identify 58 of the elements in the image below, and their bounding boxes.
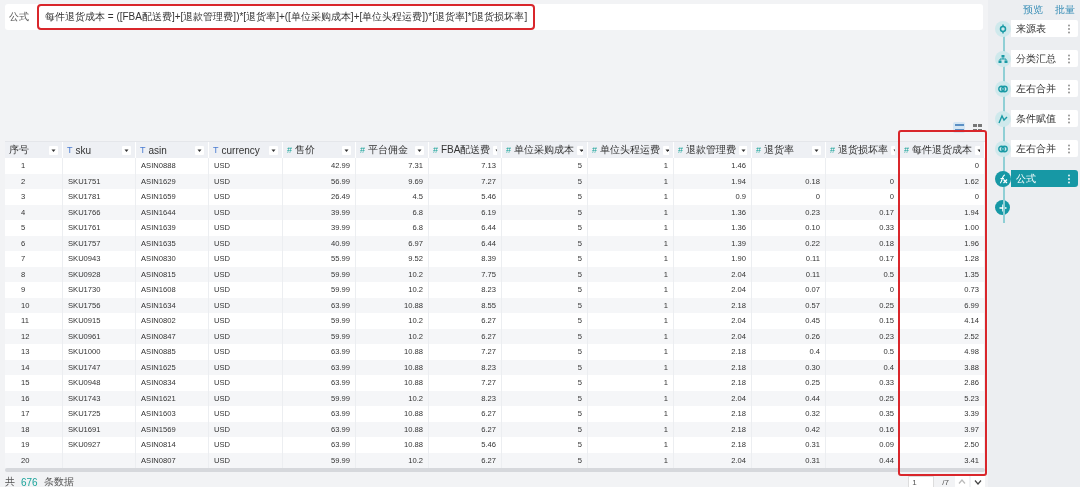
flow-step[interactable]: 条件赋值 (1011, 110, 1078, 127)
list-view-icon[interactable] (953, 122, 965, 133)
dropdown-icon[interactable] (975, 145, 980, 155)
link-icon (995, 140, 1011, 157)
record-count: 676 (21, 476, 38, 487)
column-header[interactable]: T currency (209, 142, 283, 158)
column-header[interactable]: 序号 (5, 142, 63, 158)
column-header[interactable]: # 退货率 (752, 142, 826, 158)
hierarchy-icon (995, 50, 1011, 67)
dropdown-icon[interactable] (342, 145, 351, 155)
dropdown-icon[interactable] (739, 145, 747, 155)
column-header[interactable]: # 平台佣金 (356, 142, 429, 158)
type-icon: # (506, 145, 511, 155)
page-field[interactable]: 1 (908, 476, 935, 487)
flow-step[interactable]: 左右合并 (1011, 140, 1078, 157)
column-header[interactable]: # FBA配送费 (429, 142, 502, 158)
type-icon: T (213, 145, 219, 155)
dropdown-icon[interactable] (195, 145, 204, 155)
type-icon: # (830, 145, 835, 155)
dropdown-icon[interactable] (415, 145, 424, 155)
type-icon: # (904, 145, 909, 155)
column-header[interactable]: # 单位头程运费 (588, 142, 674, 158)
type-icon: # (360, 145, 365, 155)
next-page-button[interactable] (971, 476, 985, 487)
page-total: /7 (942, 477, 949, 487)
source-icon (995, 20, 1011, 37)
type-icon: # (592, 145, 597, 155)
dropdown-icon[interactable] (577, 145, 583, 155)
column-header[interactable]: T asin (136, 142, 209, 158)
total-label: 条数据 (43, 475, 74, 487)
flow-step[interactable]: 左右合并 (1011, 80, 1078, 97)
function-icon (995, 170, 1011, 187)
flow-step[interactable]: 来源表 (1011, 20, 1078, 37)
type-icon: T (140, 145, 146, 155)
dropdown-icon[interactable] (663, 145, 669, 155)
type-icon: # (287, 145, 292, 155)
formula-field[interactable]: 每件退货成本 = ([FBA配送费]+[退款管理费])*[退货率]+([单位采购成本]+[单位头程运费])*[退货率]*[退货损坏率] (37, 4, 536, 30)
dropdown-icon[interactable] (49, 145, 58, 155)
plus-icon (998, 203, 1007, 212)
dropdown-icon[interactable] (269, 145, 278, 155)
column-header[interactable]: T sku (63, 142, 136, 158)
column-header[interactable]: # 退货损坏率 (826, 142, 900, 158)
dropdown-icon[interactable] (812, 145, 821, 155)
column-header[interactable]: # 售价 (283, 142, 356, 158)
type-icon: # (756, 145, 761, 155)
total-label: 共 (5, 475, 15, 487)
dropdown-icon[interactable] (122, 145, 131, 155)
flow-step[interactable]: 分类汇总 (1011, 50, 1078, 67)
type-icon: # (433, 145, 438, 155)
formula-label: 公式 (8, 10, 30, 24)
column-header[interactable]: # 退款管理费 (674, 142, 752, 158)
chart-line-icon (995, 110, 1011, 127)
link-icon (995, 80, 1011, 97)
column-header[interactable]: # 每件退货成本 (900, 142, 985, 158)
grid-view-icon[interactable] (971, 122, 983, 133)
type-icon: T (67, 145, 73, 155)
column-header[interactable]: # 单位采购成本 (502, 142, 588, 158)
type-icon: # (678, 145, 683, 155)
